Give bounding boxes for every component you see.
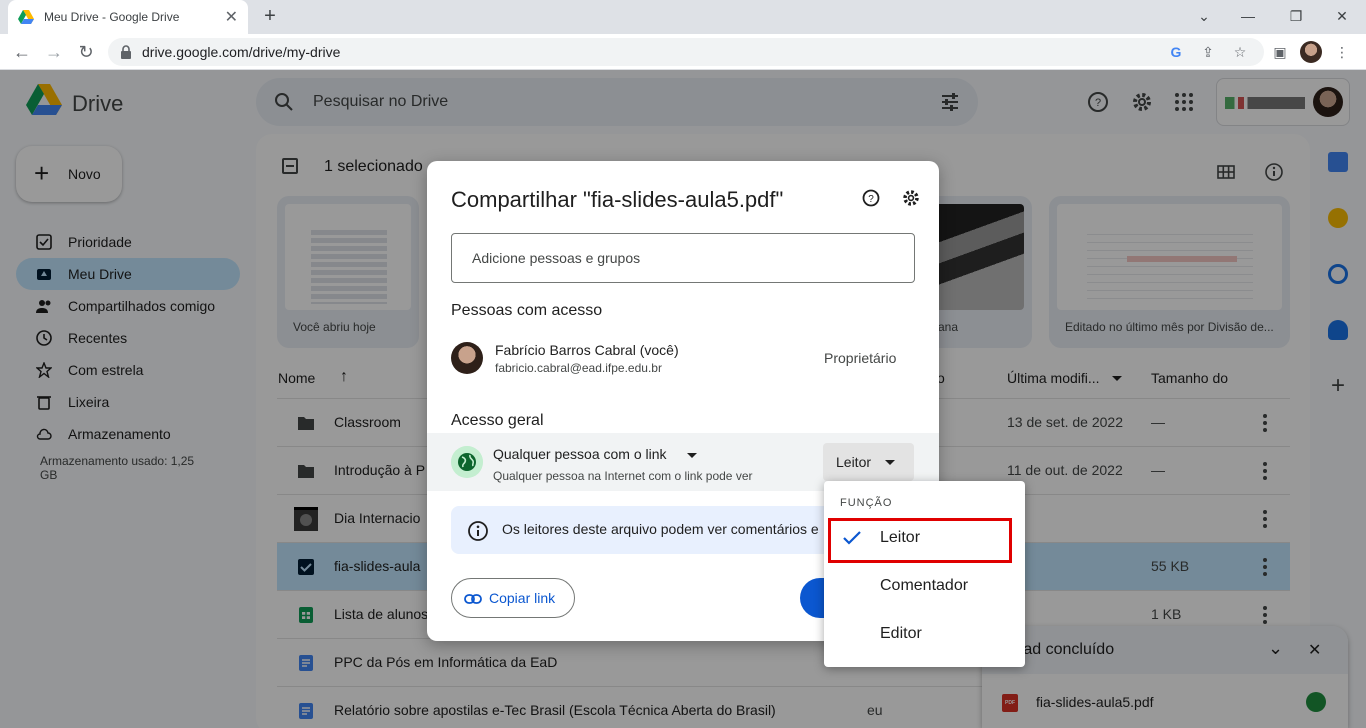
annotation-highlight-box [828, 518, 1012, 563]
people-with-access-title: Pessoas com acesso [451, 302, 603, 319]
role-menu: FUNÇÃO Leitor Comentador Editor [824, 481, 1025, 667]
person-email: fabricio.cabral@ead.ifpe.edu.br [495, 361, 662, 375]
share-dialog-title: Compartilhar "fia-slides-aula5.pdf" [451, 187, 784, 212]
copy-link-label: Copiar link [489, 590, 556, 606]
access-type-dropdown[interactable]: Qualquer pessoa com o link [493, 446, 667, 462]
add-people-input[interactable] [451, 233, 915, 283]
person-name: Fabrício Barros Cabral (você) [495, 342, 679, 358]
uploaded-file-name: fia-slides-aula5.pdf [1036, 694, 1154, 710]
person-role: Proprietário [824, 350, 897, 366]
upload-panel: pload concluído ⌄ ✕ PDF fia-slides-aula5… [982, 626, 1348, 728]
google-translate-icon[interactable]: G [1168, 44, 1184, 60]
settings-icon[interactable] [901, 188, 921, 208]
globe-icon [451, 446, 483, 478]
browser-menu-icon[interactable]: ⋮ [1334, 44, 1350, 60]
role-option-comentador[interactable]: Comentador [824, 563, 1025, 611]
role-option-label: Comentador [880, 577, 969, 594]
browser-toolbar: ← → ↻ drive.google.com/drive/my-drive G … [0, 34, 1366, 70]
lock-icon [121, 45, 131, 59]
url-text: drive.google.com/drive/my-drive [142, 44, 341, 60]
link-icon [464, 594, 482, 604]
role-dropdown[interactable]: Leitor [823, 443, 914, 481]
maximize-icon[interactable]: ❐ [1284, 4, 1308, 28]
avatar [451, 342, 483, 374]
role-menu-header: FUNÇÃO [840, 497, 893, 509]
forward-icon[interactable]: → [42, 40, 66, 64]
upload-complete-check-icon [1306, 692, 1326, 712]
info-icon [468, 521, 488, 541]
access-type-caret-icon[interactable] [687, 453, 697, 458]
share-page-icon[interactable]: ⇪ [1200, 44, 1216, 60]
tab-title: Meu Drive - Google Drive [44, 10, 180, 24]
general-access-title: Acesso geral [451, 412, 544, 429]
role-dropdown-label: Leitor [836, 454, 872, 470]
new-tab-icon[interactable]: + [260, 6, 280, 26]
tab-close-icon[interactable]: ✕ [225, 7, 238, 27]
reload-icon[interactable]: ↻ [74, 40, 98, 64]
address-bar[interactable]: drive.google.com/drive/my-drive G ⇪ ☆ [108, 38, 1264, 66]
help-icon[interactable]: ? [861, 188, 881, 208]
svg-text:?: ? [868, 194, 874, 205]
access-description: Qualquer pessoa na Internet com o link p… [493, 469, 753, 483]
tab-search-chevron-icon[interactable]: ⌄ [1192, 4, 1216, 28]
back-icon[interactable]: ← [10, 40, 34, 64]
collapse-chevron-icon[interactable]: ⌄ [1268, 638, 1283, 659]
drive-favicon-icon [18, 10, 34, 24]
role-dropdown-caret-icon [885, 460, 895, 465]
role-option-label: Editor [880, 625, 922, 642]
window-close-icon[interactable]: ✕ [1330, 4, 1354, 28]
role-option-editor[interactable]: Editor [824, 611, 1025, 659]
info-banner-text: Os leitores deste arquivo podem ver come… [502, 521, 819, 537]
browser-profile-avatar[interactable] [1300, 41, 1322, 63]
bookmark-star-icon[interactable]: ☆ [1232, 44, 1248, 60]
browser-tab[interactable]: Meu Drive - Google Drive ✕ [8, 0, 248, 34]
minimize-icon[interactable]: — [1236, 4, 1260, 28]
pdf-file-icon: PDF [1002, 694, 1018, 712]
browser-tabstrip: Meu Drive - Google Drive ✕ + ⌄ — ❐ ✕ [0, 0, 1366, 34]
side-panel-icon[interactable]: ▣ [1272, 44, 1288, 60]
copy-link-button[interactable]: Copiar link [451, 578, 575, 618]
close-upload-icon[interactable]: ✕ [1308, 640, 1321, 660]
